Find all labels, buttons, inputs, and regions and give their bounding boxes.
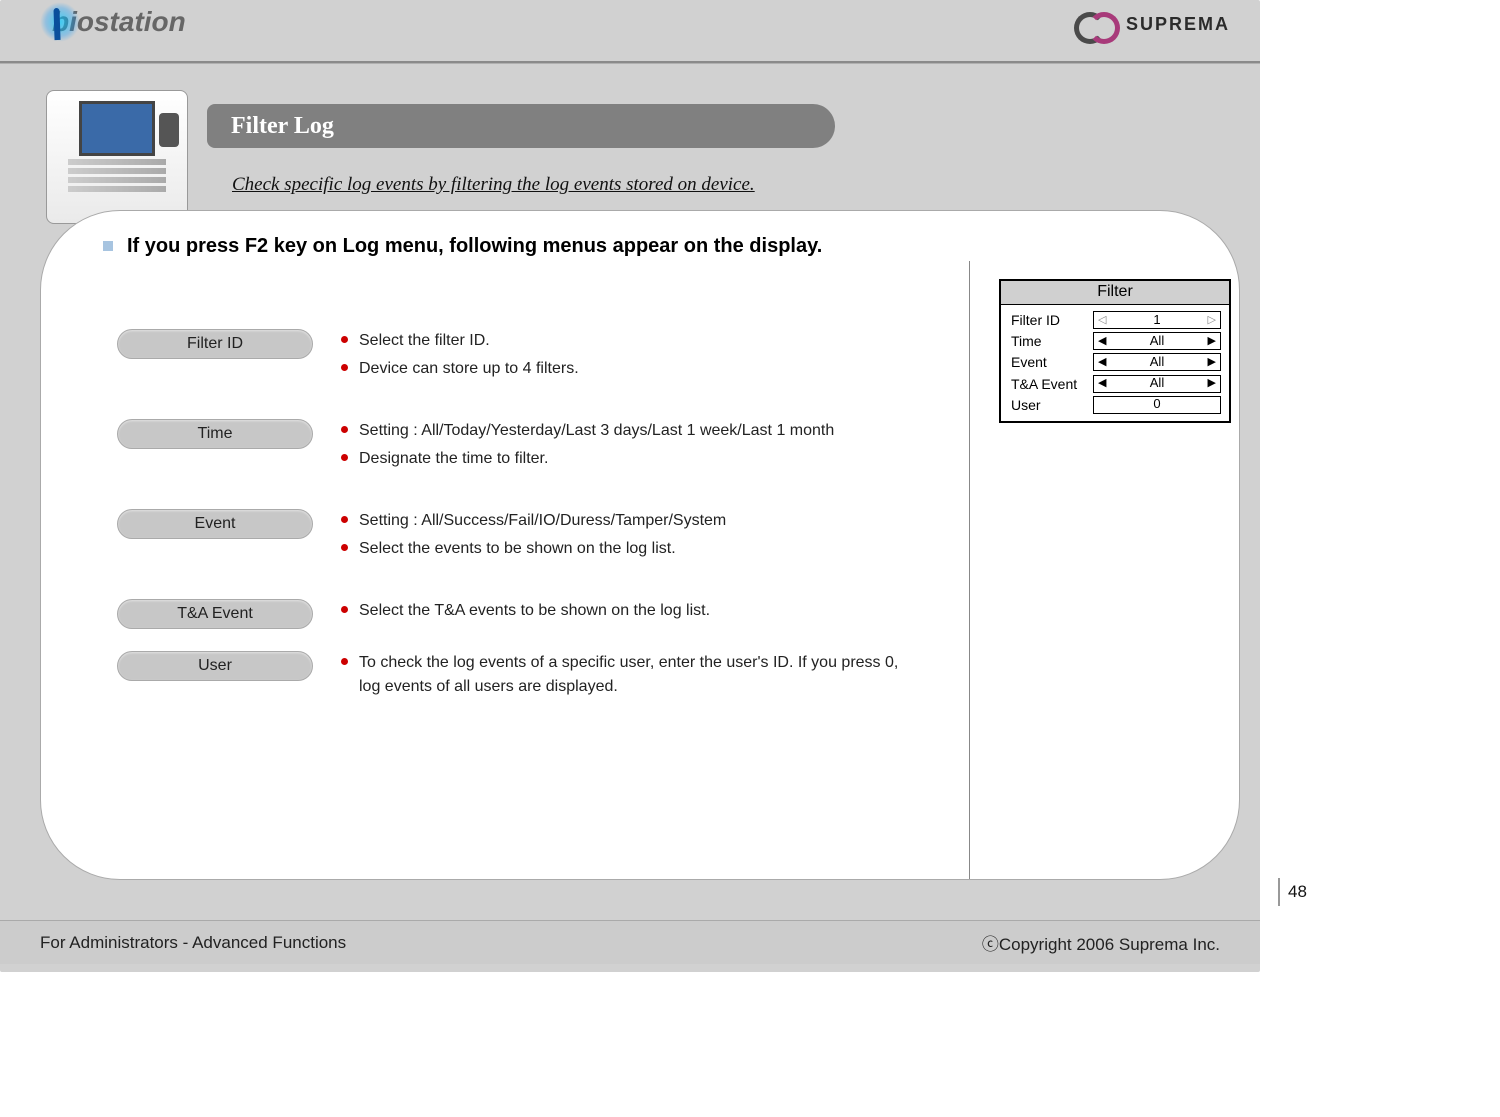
filter-value: All [1106,354,1207,371]
option-description: Setting : All/Success/Fail/IO/Duress/Tam… [341,509,907,565]
filter-selector[interactable]: ◀ All ▶ [1093,353,1221,371]
footer-left: For Administrators - Advanced Functions [40,933,346,953]
option-bullet: Select the T&A events to be shown on the… [341,599,907,623]
device-screen-icon [79,101,156,156]
suprema-infinity-icon [1074,12,1120,36]
device-keyrow-icon [68,159,165,165]
chevron-right-icon[interactable]: ▶ [1208,336,1216,347]
option-description: Setting : All/Today/Yesterday/Last 3 day… [341,419,907,475]
section-title: Filter Log [207,104,835,148]
biostation-tower-icon [53,8,60,40]
suprema-logo: SUPREMA [1074,12,1230,36]
filter-row: Time ◀ All ▶ [1011,332,1221,350]
option-bullet: Setting : All/Today/Yesterday/Last 3 day… [341,419,907,443]
footer-right: ⓒCopyright 2006 Suprema Inc. [982,930,1220,955]
device-fingerprint-icon [159,113,179,147]
option-row-time: Time Setting : All/Today/Yesterday/Last … [117,419,907,475]
content-panel: If you press F2 key on Log menu, followi… [40,210,1240,880]
option-bullet: Device can store up to 4 filters. [341,357,907,381]
filter-row: Event ◀ All ▶ [1011,353,1221,371]
page: biostation SUPREMA Filter Log Check spec… [0,0,1500,1117]
filter-value: 1 [1106,312,1207,329]
chevron-left-icon[interactable]: ◀ [1098,336,1106,347]
option-bullet: Setting : All/Success/Fail/IO/Duress/Tam… [341,509,907,533]
suprema-logo-text: SUPREMA [1126,14,1230,35]
filter-value: All [1106,333,1207,350]
filter-selector[interactable]: ◁ 1 ▷ [1093,311,1221,329]
chevron-right-icon[interactable]: ▶ [1208,378,1216,389]
option-row-filter-id: Filter ID Select the filter ID. Device c… [117,329,907,385]
chevron-left-icon[interactable]: ◁ [1098,315,1106,326]
biostation-logo: biostation [52,6,186,38]
filter-row: User 0 [1011,396,1221,414]
option-description: Select the T&A events to be shown on the… [341,599,907,627]
filter-card-heading: Filter [1001,281,1229,305]
device-thumbnail [46,90,188,224]
page-number: 48 [1278,878,1307,906]
option-pill: Time [117,419,313,449]
square-bullet-icon [103,241,113,251]
intro-text: If you press F2 key on Log menu, followi… [127,235,822,258]
header-bar: biostation SUPREMA [0,0,1260,64]
option-bullet: Designate the time to filter. [341,447,907,471]
filter-row-label: Time [1011,332,1093,350]
filter-input[interactable]: 0 [1093,396,1221,414]
filter-row: T&A Event ◀ All ▶ [1011,375,1221,393]
option-pill: T&A Event [117,599,313,629]
header-divider-shadow [0,63,1260,64]
filter-selector[interactable]: ◀ All ▶ [1093,332,1221,350]
footer-bar: For Administrators - Advanced Functions … [0,920,1260,964]
option-description: Select the filter ID. Device can store u… [341,329,907,385]
filter-row: Filter ID ◁ 1 ▷ [1011,311,1221,329]
chevron-left-icon[interactable]: ◀ [1098,357,1106,368]
vertical-separator [969,261,970,879]
option-row-event: Event Setting : All/Success/Fail/IO/Dure… [117,509,907,565]
chevron-right-icon[interactable]: ▶ [1208,357,1216,368]
option-row-user: User To check the log events of a specif… [117,651,907,703]
option-bullet: Select the filter ID. [341,329,907,353]
option-pill: Event [117,509,313,539]
option-pill: User [117,651,313,681]
filter-row-label: T&A Event [1011,375,1093,393]
option-description: To check the log events of a specific us… [341,651,907,703]
chevron-right-icon[interactable]: ▷ [1208,315,1216,326]
filter-row-label: Filter ID [1011,311,1093,329]
filter-value: 0 [1098,396,1216,413]
document-frame: biostation SUPREMA Filter Log Check spec… [0,0,1260,972]
option-bullet: Select the events to be shown on the log… [341,537,907,561]
filter-value: All [1106,375,1207,392]
option-pill: Filter ID [117,329,313,359]
section-subtitle: Check specific log events by filtering t… [232,174,755,196]
device-keyrow-icon [68,186,165,192]
device-keyrow-icon [68,177,165,183]
filter-row-label: Event [1011,353,1093,371]
filter-card-body: Filter ID ◁ 1 ▷ Time ◀ All [1001,305,1229,414]
option-bullet: To check the log events of a specific us… [341,651,907,699]
chevron-left-icon[interactable]: ◀ [1098,378,1106,389]
option-row-ta-event: T&A Event Select the T&A events to be sh… [117,599,907,629]
options-list: Filter ID Select the filter ID. Device c… [117,329,907,737]
content-area: If you press F2 key on Log menu, followi… [103,235,1183,845]
filter-selector[interactable]: ◀ All ▶ [1093,375,1221,393]
filter-row-label: User [1011,396,1093,414]
filter-preview-card: Filter Filter ID ◁ 1 ▷ Time [999,279,1231,423]
device-keyrow-icon [68,168,165,174]
intro-row: If you press F2 key on Log menu, followi… [103,235,1183,258]
